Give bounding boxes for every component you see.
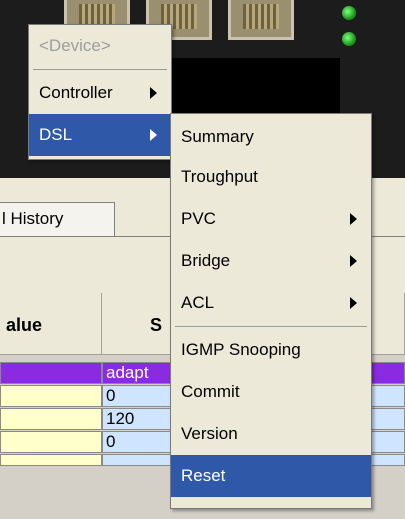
menu-item-troughput-label: Troughput	[181, 167, 258, 186]
menu-item-acl-label: ACL	[181, 293, 215, 312]
menu-item-device: <Device>	[29, 25, 171, 67]
menu-item-summary[interactable]: Summary	[171, 118, 371, 156]
chevron-right-icon	[150, 129, 157, 141]
menu-item-pvc[interactable]: PVC	[171, 198, 371, 240]
context-menu-dsl: Summary Troughput PVC Bridge ACL IGMP Sn…	[170, 113, 372, 509]
cell-value: adapt	[106, 363, 149, 382]
chevron-right-icon	[350, 255, 357, 267]
menu-separator	[33, 69, 167, 70]
menu-item-dsl[interactable]: DSL	[29, 114, 171, 156]
tab-history[interactable]: l History	[0, 202, 115, 236]
context-menu-device: <Device> Controller DSL	[28, 24, 172, 160]
menu-item-reset[interactable]: Reset	[171, 455, 371, 497]
table-row-cell-left[interactable]	[0, 362, 102, 384]
menu-item-summary-label: Summary	[181, 127, 254, 146]
column-header-value[interactable]: alue	[0, 293, 102, 355]
table-row-cell-left[interactable]	[0, 408, 102, 430]
table-row-cell-left[interactable]	[0, 385, 102, 407]
menu-item-version[interactable]: Version	[171, 413, 371, 455]
chevron-right-icon	[350, 213, 357, 225]
menu-separator	[175, 326, 367, 327]
menu-item-igmp-snooping-label: IGMP Snooping	[181, 340, 301, 359]
menu-item-acl[interactable]: ACL	[171, 282, 371, 324]
chevron-right-icon	[150, 87, 157, 99]
led-indicator-2	[342, 32, 356, 46]
chevron-right-icon	[350, 297, 357, 309]
menu-item-commit-label: Commit	[181, 382, 240, 401]
menu-item-troughput[interactable]: Troughput	[171, 156, 371, 198]
tab-history-label: l History	[2, 209, 64, 228]
column-header-value-label: alue	[6, 315, 43, 335]
cell-value: 120	[106, 409, 135, 428]
menu-item-pvc-label: PVC	[181, 209, 216, 228]
led-indicator-1	[342, 6, 356, 20]
menu-item-controller[interactable]: Controller	[29, 72, 171, 114]
table-row-cell-left[interactable]	[0, 431, 102, 453]
menu-item-commit[interactable]: Commit	[171, 371, 371, 413]
menu-item-bridge[interactable]: Bridge	[171, 240, 371, 282]
cell-value: 0	[106, 386, 116, 405]
menu-item-controller-label: Controller	[39, 83, 113, 102]
table-row-cell-left[interactable]	[0, 454, 102, 466]
menu-item-version-label: Version	[181, 424, 238, 443]
menu-item-reset-label: Reset	[181, 466, 226, 485]
column-header-s-label: S	[150, 315, 163, 335]
menu-item-dsl-label: DSL	[39, 125, 73, 144]
port-3	[228, 0, 294, 40]
cell-value: 0	[106, 432, 116, 451]
menu-item-bridge-label: Bridge	[181, 251, 231, 270]
menu-item-device-label: <Device>	[39, 36, 111, 55]
menu-item-igmp-snooping[interactable]: IGMP Snooping	[171, 329, 371, 371]
